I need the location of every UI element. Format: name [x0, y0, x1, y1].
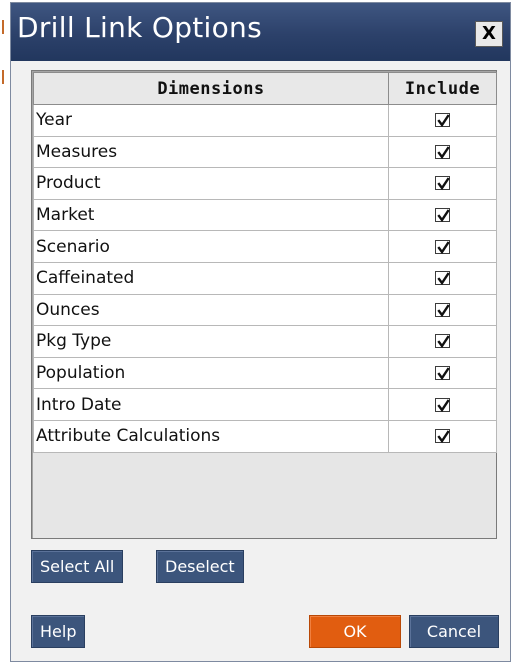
dimension-name: Year — [33, 104, 389, 137]
background-mark — [2, 20, 4, 34]
select-all-button[interactable]: Select All — [31, 550, 124, 583]
background-strip — [0, 0, 8, 664]
checkmark-icon — [437, 304, 450, 317]
dimension-name: Attribute Calculations — [33, 419, 389, 453]
dimensions-table-frame: Dimensions Include Year Measures Product Ma… — [31, 70, 497, 539]
checkmark-icon — [437, 398, 450, 412]
include-cell — [388, 325, 497, 358]
include-checkbox[interactable] — [435, 144, 450, 159]
checkmark-icon — [437, 272, 450, 286]
dimensions-table: Dimensions Include Year Measures Product Ma… — [33, 72, 497, 453]
include-column-header: Include — [388, 72, 497, 105]
dimension-name: Measures — [33, 135, 389, 169]
table-row: Caffeinated — [33, 261, 497, 295]
include-cell — [388, 135, 497, 169]
dimension-name: Product — [33, 167, 389, 200]
dimension-name: Intro Date — [33, 388, 389, 421]
dimension-name: Ounces — [33, 293, 389, 327]
table-row: Market — [33, 198, 497, 232]
checkmark-icon — [437, 335, 450, 349]
dimension-name: Pkg Type — [33, 325, 389, 358]
include-checkbox[interactable] — [435, 302, 450, 317]
checkmark-icon — [437, 241, 450, 254]
include-checkbox[interactable] — [435, 239, 450, 254]
table-row: Population — [33, 356, 497, 390]
dialog-title-bar[interactable]: Drill Link Options X — [11, 3, 510, 61]
table-row: Attribute Calculations — [33, 419, 497, 453]
include-checkbox[interactable] — [435, 176, 450, 191]
help-button[interactable]: Help — [31, 615, 86, 648]
checkmark-icon — [437, 177, 450, 191]
checkmark-icon — [437, 146, 450, 159]
include-checkbox[interactable] — [435, 366, 450, 381]
dimensions-column-header: Dimensions — [33, 72, 389, 105]
dimension-name: Scenario — [33, 230, 389, 263]
checkmark-icon — [437, 367, 450, 381]
include-checkbox[interactable] — [435, 334, 450, 349]
include-cell — [388, 104, 497, 137]
table-row: Measures — [33, 135, 497, 169]
include-checkbox[interactable] — [435, 429, 450, 444]
include-cell — [388, 419, 497, 453]
table-row: Pkg Type — [33, 325, 497, 358]
table-row: Scenario — [33, 230, 497, 263]
include-cell — [388, 230, 497, 263]
dialog-title: Drill Link Options — [17, 11, 262, 44]
checkmark-icon — [437, 114, 450, 128]
cancel-button[interactable]: Cancel — [409, 615, 499, 648]
table-header-row: Dimensions Include — [33, 72, 497, 105]
include-checkbox[interactable] — [435, 397, 450, 412]
include-cell — [388, 167, 497, 200]
include-cell — [388, 293, 497, 327]
table-body: Year Measures Product Market Scenario Caffein… — [33, 104, 497, 453]
include-checkbox[interactable] — [435, 113, 450, 128]
include-checkbox[interactable] — [435, 208, 450, 223]
checkmark-icon — [437, 209, 450, 223]
background-mark — [2, 70, 4, 84]
dimension-name: Caffeinated — [33, 261, 389, 295]
table-row: Intro Date — [33, 388, 497, 421]
include-cell — [388, 261, 497, 295]
dimension-name: Population — [33, 356, 389, 390]
drill-link-options-dialog: Drill Link Options X Dimensions Include … — [10, 2, 511, 662]
checkmark-icon — [437, 430, 450, 444]
include-cell — [388, 388, 497, 421]
close-icon: X — [482, 23, 496, 44]
close-button[interactable]: X — [475, 21, 503, 47]
table-row: Year — [33, 104, 497, 137]
ok-button[interactable]: OK — [309, 615, 401, 648]
table-row: Ounces — [33, 293, 497, 327]
deselect-button[interactable]: Deselect — [156, 550, 244, 583]
include-cell — [388, 356, 497, 390]
include-cell — [388, 198, 497, 232]
include-checkbox[interactable] — [435, 271, 450, 286]
dimension-name: Market — [33, 198, 389, 232]
table-row: Product — [33, 167, 497, 200]
